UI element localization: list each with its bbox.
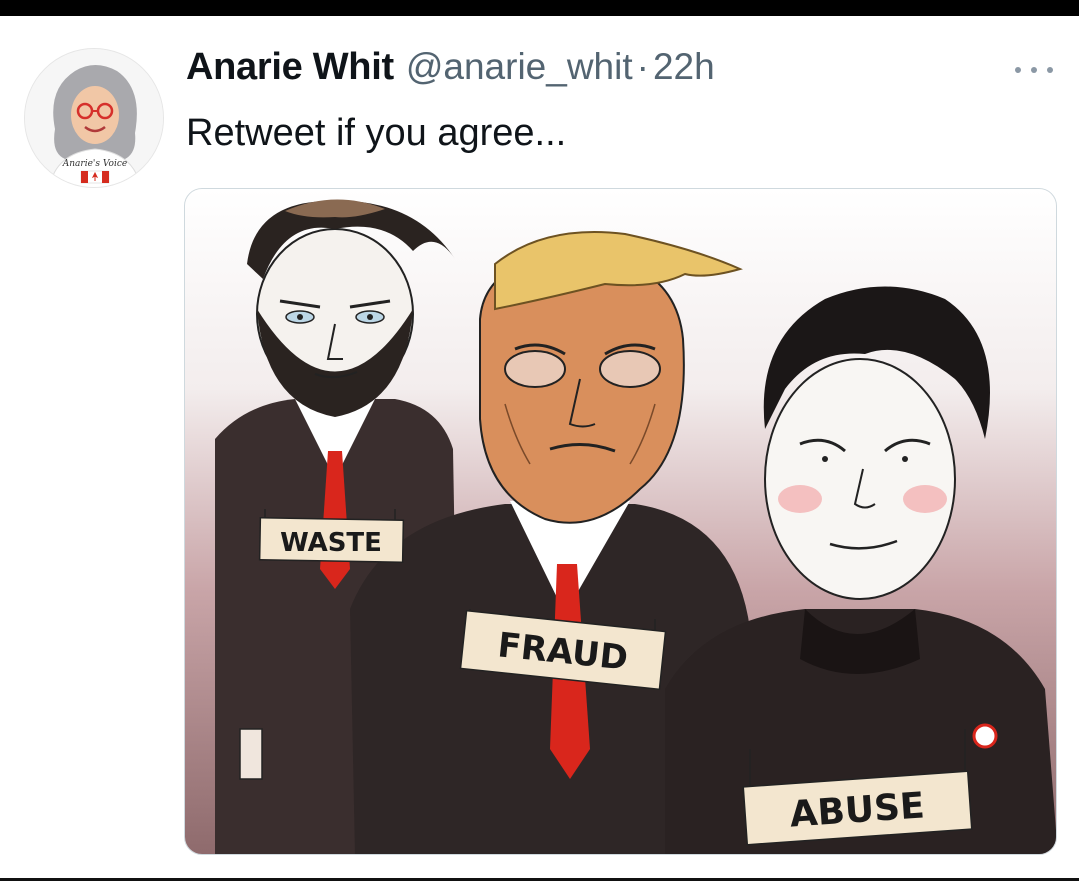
user-handle[interactable]: @anarie_whit — [406, 46, 633, 88]
more-horizontal-icon[interactable] — [1015, 60, 1053, 80]
status-bar-edge — [0, 0, 1079, 16]
avatar-illustration: Anarie's Voice — [25, 49, 163, 187]
tweet-image[interactable]: WASTE FRAUD ABUSE — [184, 188, 1057, 855]
tweet-text: Retweet if you agree... — [186, 112, 567, 154]
tweet-timestamp[interactable]: 22h — [653, 46, 715, 88]
tweet-card[interactable]: Anarie's Voice Anarie Whit @anarie_whit … — [0, 16, 1079, 878]
display-name[interactable]: Anarie Whit — [186, 46, 394, 89]
caricature-illustration: WASTE FRAUD ABUSE — [185, 189, 1056, 854]
separator-dot: · — [636, 46, 649, 87]
tweet-header: Anarie Whit @anarie_whit · 22h — [186, 46, 715, 98]
avatar[interactable]: Anarie's Voice — [24, 48, 164, 188]
avatar-shirt-text: Anarie's Voice — [62, 159, 127, 169]
sign-label-waste: WASTE — [280, 528, 382, 558]
